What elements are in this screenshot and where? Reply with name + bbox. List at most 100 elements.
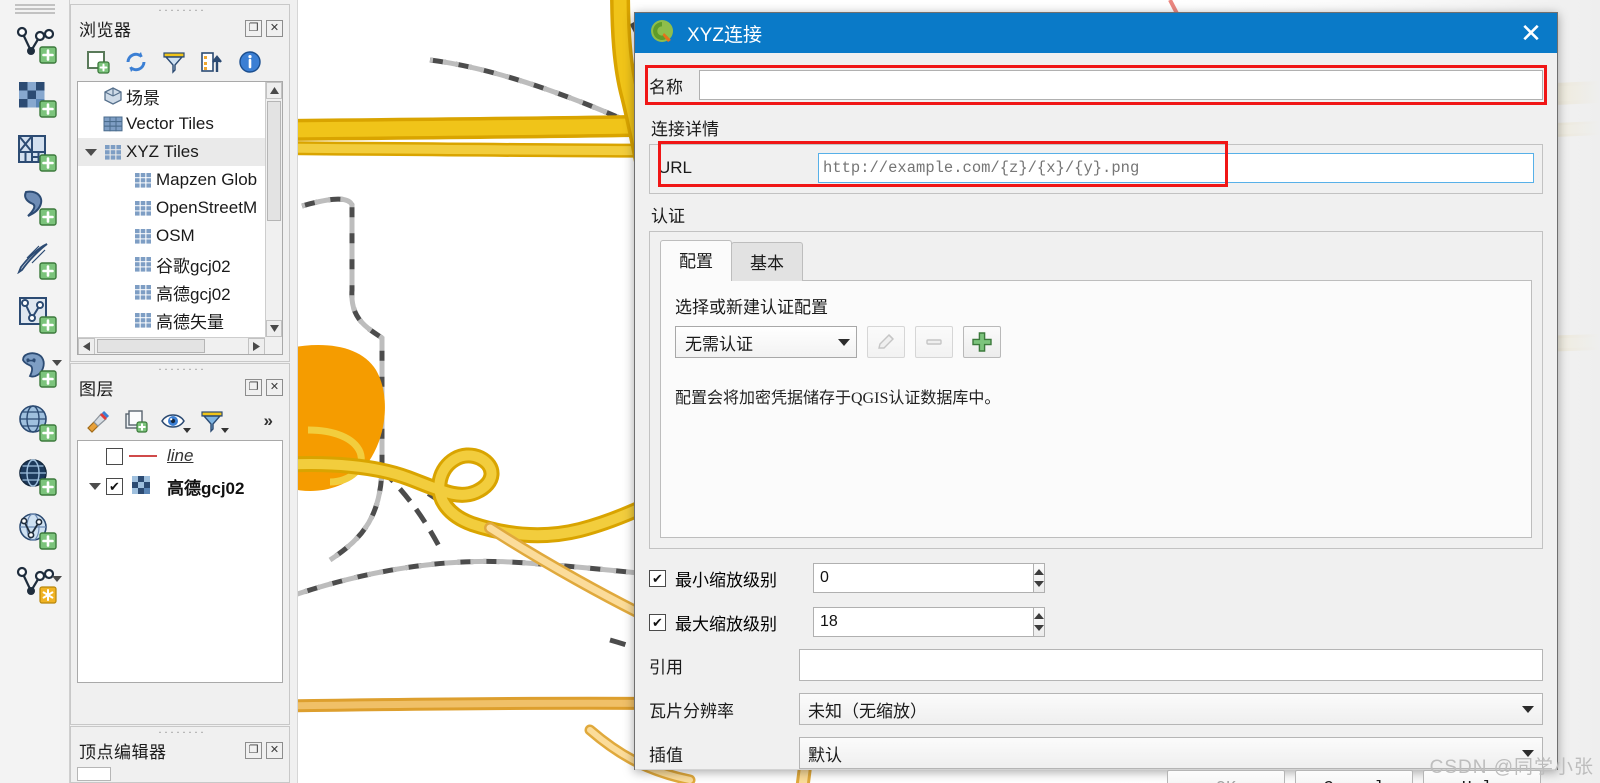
browser-tree-items: 场景 Vector Tiles XYZ Tiles Mapzen Glob Op… (78, 82, 265, 337)
scroll-right-icon[interactable] (248, 338, 265, 354)
max-zoom-input[interactable] (813, 607, 1033, 637)
referer-input[interactable] (799, 649, 1543, 681)
connection-details-group: URL (649, 141, 1543, 194)
min-zoom-input[interactable] (813, 563, 1033, 593)
ok-button[interactable]: OK (1167, 770, 1285, 783)
browser-panel-grip[interactable] (71, 5, 289, 14)
tree-item-openstreetmap[interactable]: OpenStreetM (78, 194, 265, 222)
expander-icon[interactable] (82, 148, 100, 156)
layers-toolbar-overflow[interactable]: » (264, 411, 279, 431)
min-zoom-stepper[interactable] (813, 563, 1045, 593)
add-group-icon[interactable] (123, 408, 149, 434)
xyz-tiles-icon (130, 170, 156, 190)
close-icon[interactable]: ✕ (266, 20, 283, 37)
remove-auth-config-button[interactable] (915, 326, 953, 358)
stepper-up-icon[interactable] (1034, 613, 1044, 619)
close-icon[interactable]: ✕ (266, 742, 283, 759)
auth-config-select[interactable]: 无需认证 (675, 326, 857, 358)
scrollbar-thumb[interactable] (97, 339, 205, 353)
max-zoom-label: 最大缩放级别 (675, 614, 777, 634)
stepper-down-icon[interactable] (1034, 625, 1044, 631)
name-input[interactable] (699, 70, 1543, 100)
layer-row-line[interactable]: line (78, 441, 282, 471)
cancel-button[interactable]: Cancel (1295, 770, 1413, 783)
layer-row-amap-gcj02[interactable]: ✔ 高德gcj02 (78, 471, 282, 501)
browser-tree[interactable]: 场景 Vector Tiles XYZ Tiles Mapzen Glob Op… (77, 81, 283, 355)
url-input[interactable] (818, 153, 1534, 183)
data-source-toolbar[interactable] (0, 0, 70, 783)
add-vector-layer-icon[interactable] (7, 18, 63, 66)
plus-badge-icon (38, 262, 57, 280)
close-icon[interactable]: ✕ (1511, 13, 1551, 53)
tab-basic[interactable]: 基本 (731, 242, 803, 281)
layer-visibility-checkbox[interactable]: ✔ (106, 477, 123, 495)
qgis-logo-icon (649, 18, 675, 49)
add-virtual-layer-icon[interactable] (7, 558, 63, 606)
tile-resolution-select[interactable]: 未知（无缩放） (799, 693, 1543, 725)
tree-item-scene[interactable]: 场景 (78, 82, 265, 110)
scroll-up-icon[interactable] (266, 82, 282, 99)
chevron-down-icon[interactable] (221, 428, 229, 433)
stepper-down-icon[interactable] (1034, 581, 1044, 587)
tree-item-vector-tiles[interactable]: Vector Tiles (78, 110, 265, 138)
add-spatialite-layer-icon[interactable] (7, 234, 63, 282)
properties-icon[interactable] (237, 49, 263, 75)
layers-panel-grip[interactable] (71, 364, 289, 373)
dialog-title-bar[interactable]: XYZ连接 ✕ (635, 13, 1557, 53)
tree-item-xyz-tiles[interactable]: XYZ Tiles (78, 138, 265, 166)
undock-icon[interactable]: ❐ (245, 379, 262, 396)
add-geopackage-layer-icon[interactable] (7, 288, 63, 336)
min-zoom-checkbox[interactable]: ✔ (649, 569, 666, 587)
tab-config[interactable]: 配置 (660, 240, 732, 281)
add-delimited-text-layer-icon[interactable] (7, 180, 63, 228)
checkmark-icon: ✔ (109, 478, 120, 494)
add-auth-config-button[interactable] (963, 326, 1001, 358)
vertex-editor-field[interactable] (77, 767, 111, 781)
chevron-down-icon[interactable] (51, 360, 62, 366)
plus-badge-icon (38, 100, 57, 118)
tree-item-amap-gcj02[interactable]: 高德gcj02 (78, 278, 265, 306)
filter-legend-icon[interactable] (199, 408, 229, 434)
tree-item-label: 高德矢量 (156, 312, 224, 332)
filter-icon[interactable] (161, 49, 187, 75)
tree-item-mapzen-global[interactable]: Mapzen Glob (78, 166, 265, 194)
max-zoom-checkbox[interactable]: ✔ (649, 613, 666, 631)
add-wms-layer-icon[interactable] (7, 396, 63, 444)
tree-item-osm[interactable]: OSM (78, 222, 265, 250)
pencil-icon (878, 334, 894, 349)
undock-icon[interactable]: ❐ (245, 20, 262, 37)
browser-tree-horizontal-scrollbar[interactable] (78, 337, 265, 354)
vertex-editor-panel-grip[interactable] (71, 727, 289, 736)
chevron-down-icon[interactable] (51, 576, 62, 582)
xyz-tiles-icon (100, 142, 126, 162)
raster-checker-symbol (123, 475, 163, 497)
scroll-left-icon[interactable] (78, 338, 95, 354)
add-mesh-layer-icon[interactable] (7, 126, 63, 174)
max-zoom-stepper[interactable] (813, 607, 1045, 637)
layers-list[interactable]: line ✔ 高德gcj02 (77, 440, 283, 683)
tree-item-google-gcj02[interactable]: 谷歌gcj02 (78, 250, 265, 278)
scroll-down-icon[interactable] (266, 320, 282, 337)
add-layer-icon[interactable] (85, 49, 111, 75)
expander-icon[interactable] (84, 482, 106, 490)
add-wcs-layer-icon[interactable] (7, 450, 63, 498)
layer-visibility-checkbox[interactable] (106, 447, 123, 465)
style-manager-icon[interactable] (85, 408, 111, 434)
collapse-all-icon[interactable] (199, 49, 225, 75)
add-wfs-layer-icon[interactable] (7, 504, 63, 552)
manage-visibility-icon[interactable] (161, 408, 191, 434)
auth-label: 认证 (651, 207, 685, 226)
add-raster-layer-icon[interactable] (7, 72, 63, 120)
chevron-down-icon[interactable] (183, 428, 191, 433)
edit-auth-config-button[interactable] (867, 326, 905, 358)
add-postgis-layer-icon[interactable] (7, 342, 63, 390)
close-icon[interactable]: ✕ (266, 379, 283, 396)
toolbar-grip[interactable] (14, 4, 55, 16)
undock-icon[interactable]: ❐ (245, 742, 262, 759)
scrollbar-thumb[interactable] (267, 101, 281, 221)
vector-tiles-icon (100, 114, 126, 134)
stepper-up-icon[interactable] (1034, 569, 1044, 575)
tree-item-amap-vector[interactable]: 高德矢量 (78, 306, 265, 334)
refresh-icon[interactable] (123, 49, 149, 75)
browser-tree-vertical-scrollbar[interactable] (265, 82, 282, 337)
